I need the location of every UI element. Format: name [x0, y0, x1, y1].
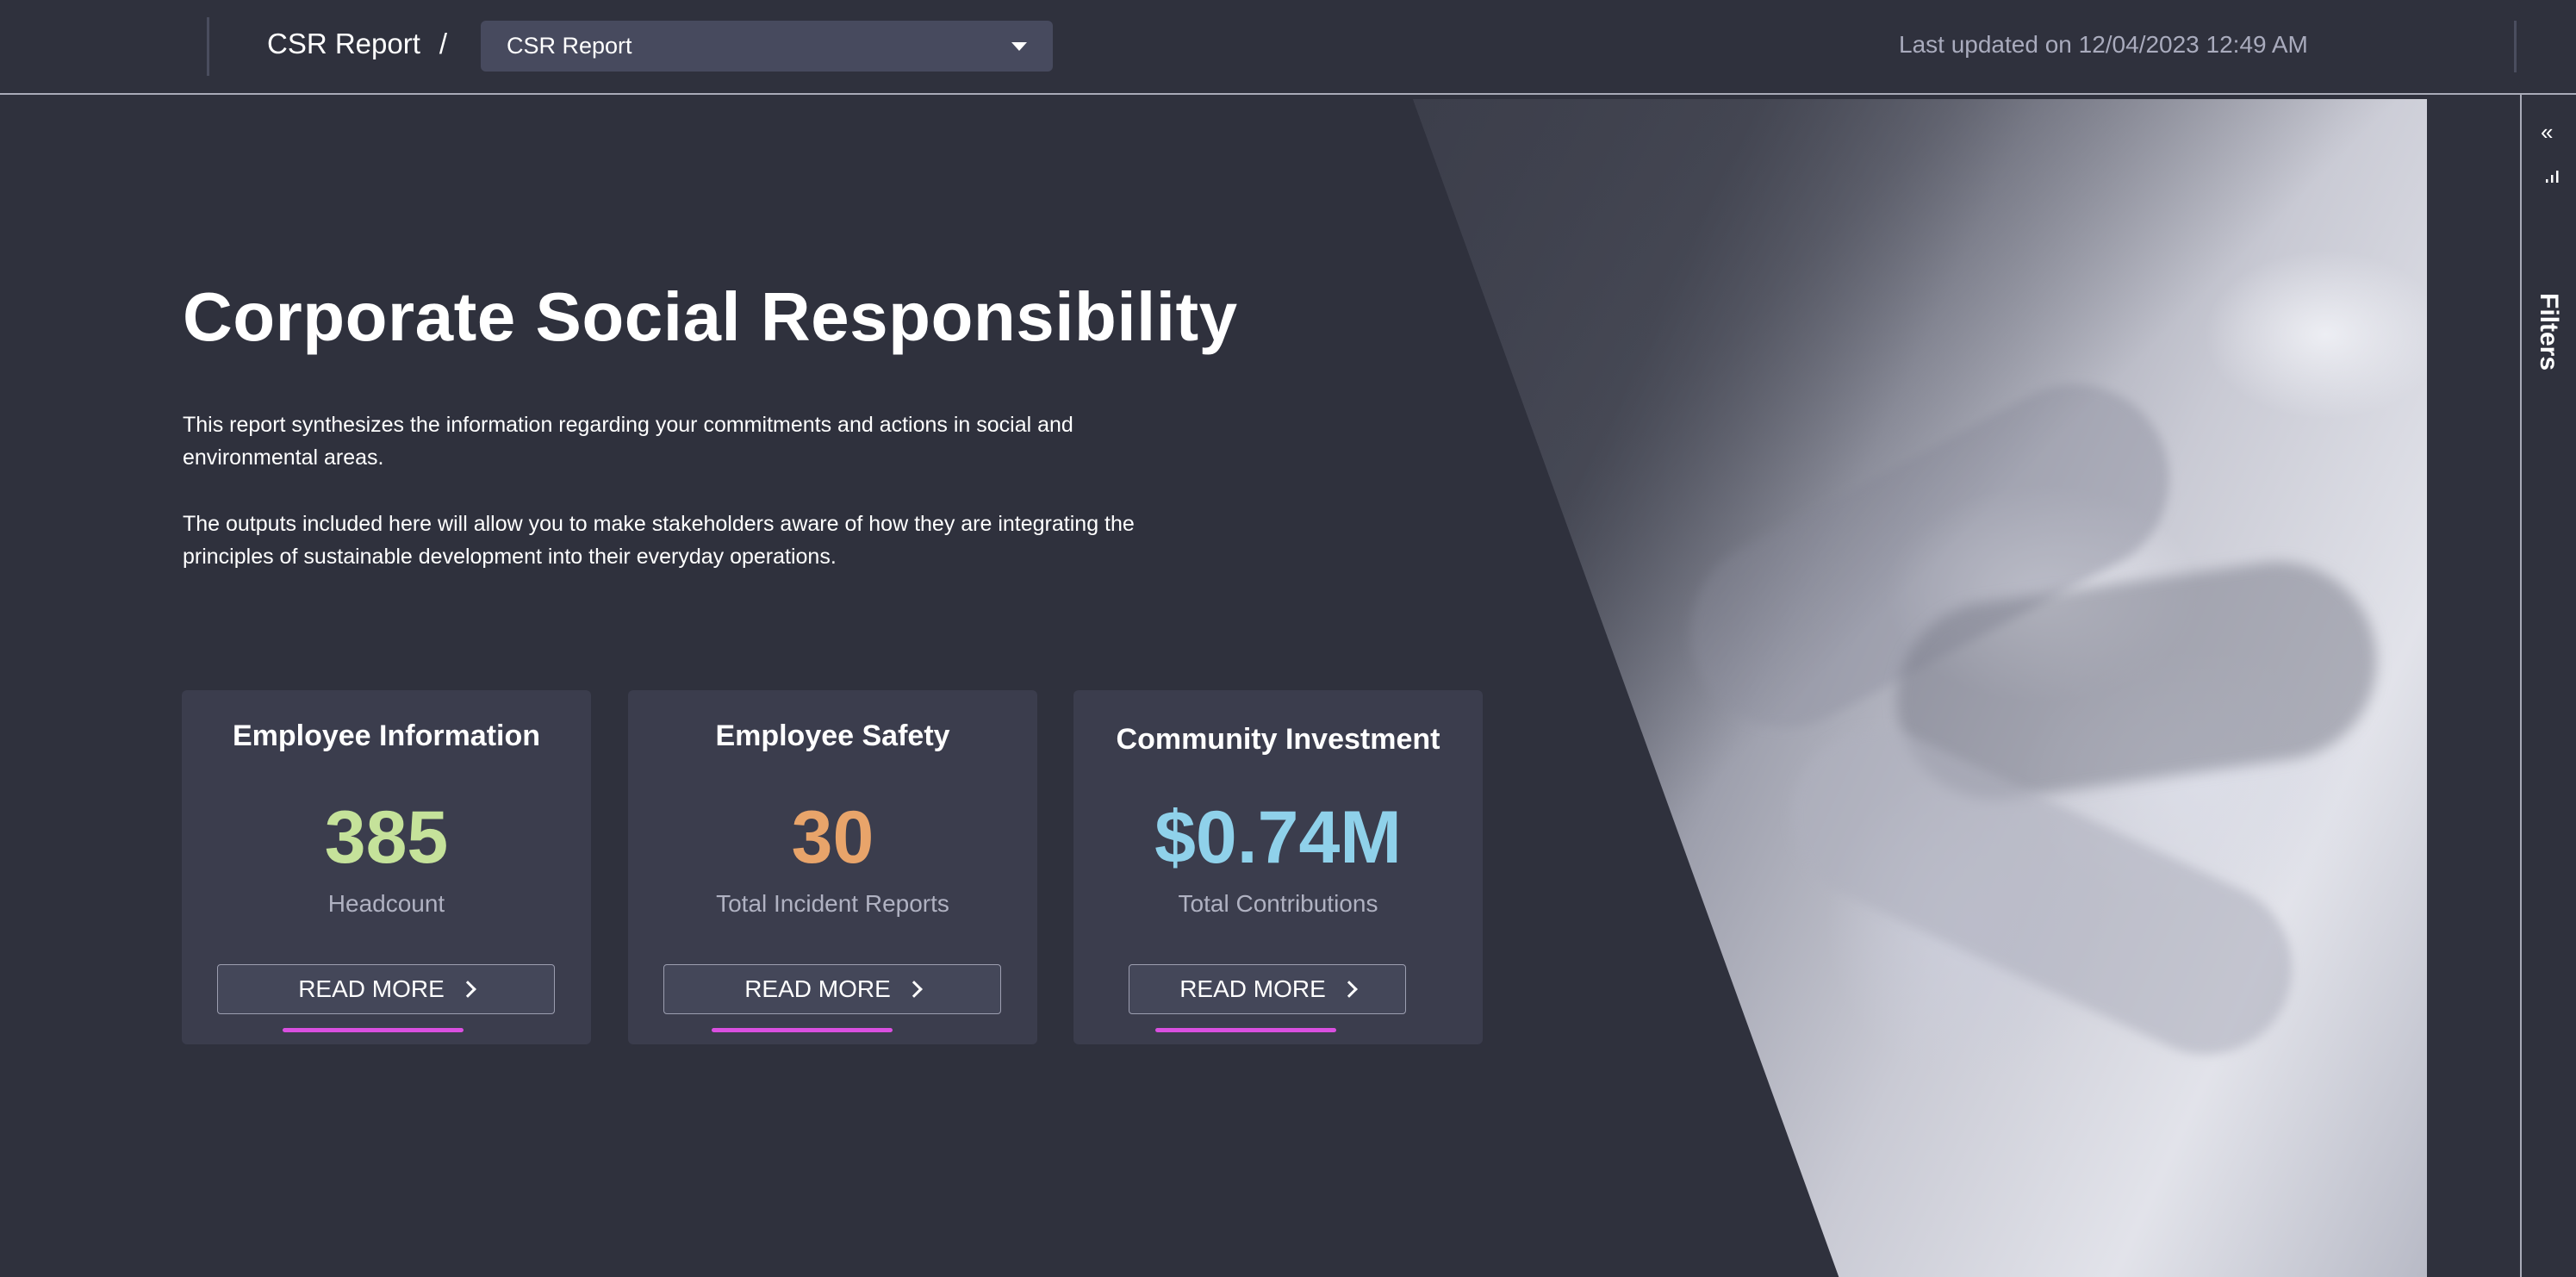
collapse-icon[interactable]: « [2541, 121, 2553, 143]
report-select[interactable]: CSR Report [481, 21, 1053, 72]
card-title: Employee Safety [715, 719, 950, 752]
card-subtitle: Total Contributions [1178, 890, 1378, 917]
card-value: 30 [791, 796, 874, 879]
filters-label[interactable]: Filters [2534, 293, 2563, 371]
chevron-right-icon [905, 981, 923, 998]
divider [2514, 21, 2517, 72]
card-employee-safety: Employee Safety 30 Total Incident Report… [628, 690, 1037, 1044]
report-select-value: CSR Report [507, 33, 632, 59]
card-title: Employee Information [232, 719, 541, 752]
read-more-label: READ MORE [298, 975, 445, 1002]
top-bar: CSR Report / CSR Report Last updated on … [0, 0, 2576, 95]
card-value: 385 [324, 796, 449, 879]
caret-down-icon [1011, 41, 1027, 51]
breadcrumb-root[interactable]: CSR Report [267, 28, 420, 60]
card-employee-information: Employee Information 385 Headcount READ … [182, 690, 591, 1044]
accent-underline [283, 1028, 464, 1032]
read-more-label: READ MORE [1179, 975, 1326, 1002]
card-value: $0.74M [1154, 796, 1402, 879]
card-subtitle: Total Incident Reports [716, 890, 949, 917]
read-more-button[interactable]: READ MORE [217, 964, 555, 1014]
card-subtitle: Headcount [327, 890, 445, 917]
description-paragraph: The outputs included here will allow you… [183, 512, 1135, 569]
hero-image-hands [1413, 99, 2427, 1277]
breadcrumb: CSR Report / [267, 28, 447, 60]
accent-underline [1155, 1028, 1336, 1032]
accent-underline [712, 1028, 893, 1032]
last-updated: Last updated on 12/04/2023 12:49 AM [1899, 31, 2308, 58]
chevron-right-icon [1340, 981, 1358, 998]
read-more-button[interactable]: READ MORE [1129, 964, 1406, 1014]
read-more-button[interactable]: READ MORE [663, 964, 1001, 1014]
read-more-label: READ MORE [744, 975, 891, 1002]
filters-panel-rail[interactable]: « Filters [2520, 95, 2576, 1277]
chevron-right-icon [458, 981, 476, 998]
card-title: Community Investment [1116, 723, 1440, 756]
breadcrumb-separator: / [439, 28, 448, 59]
divider [207, 17, 209, 76]
card-community-investment: Community Investment $0.74M Total Contri… [1073, 690, 1483, 1044]
page-title: Corporate Social Responsibility [183, 278, 1238, 355]
filter-icon[interactable] [2544, 169, 2560, 184]
description-paragraph: This report synthesizes the information … [183, 413, 1073, 470]
